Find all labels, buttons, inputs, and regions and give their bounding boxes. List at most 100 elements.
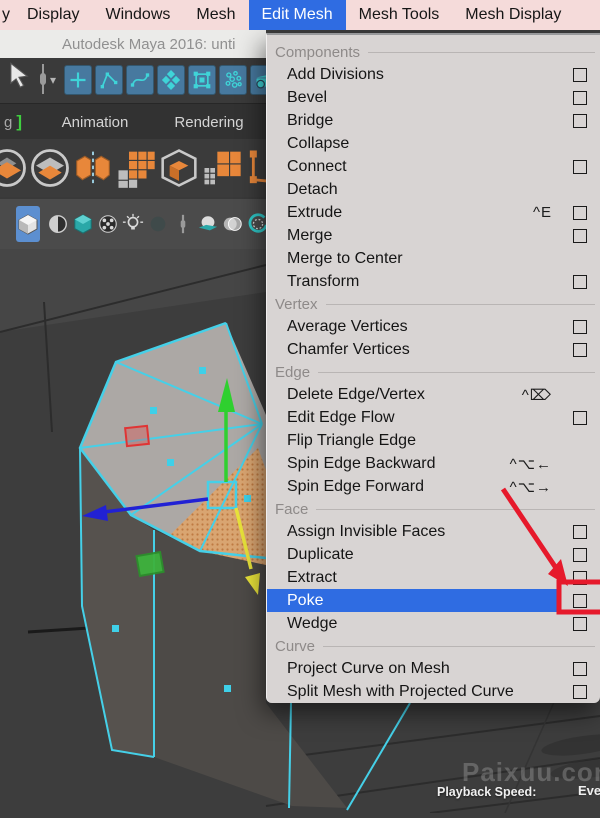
menu-item-wedge[interactable]: Wedge xyxy=(267,612,600,635)
menu-item-label: Merge to Center xyxy=(287,249,403,267)
option-box-average-vertices[interactable] xyxy=(573,319,587,334)
menu-item-label: Extract xyxy=(287,568,337,586)
section-divider xyxy=(368,51,595,53)
menu-item-flip-triangle-edge[interactable]: Flip Triangle Edge xyxy=(267,429,600,452)
menu-item-edit-edge-flow[interactable]: Edit Edge Flow xyxy=(267,406,600,429)
menu-item-bridge[interactable]: Bridge xyxy=(267,109,600,132)
menu-item-average-vertices[interactable]: Average Vertices xyxy=(267,315,600,338)
option-box-extrude[interactable] xyxy=(573,205,587,220)
menu-item-delete-edge-vertex[interactable]: Delete Edge/Vertex ^⌦ xyxy=(267,383,600,406)
soft-select-pin-icon[interactable] xyxy=(40,64,46,94)
option-box-bevel[interactable] xyxy=(573,90,587,105)
scatter-points-icon[interactable] xyxy=(219,65,247,95)
menu-item-chamfer-vertices[interactable]: Chamfer Vertices xyxy=(267,338,600,361)
option-box-edit-edge-flow[interactable] xyxy=(573,410,587,425)
option-box-cell xyxy=(560,612,600,635)
menu-item-bevel[interactable]: Bevel xyxy=(267,86,600,109)
option-box-poke[interactable] xyxy=(573,593,587,608)
menu-section-header-vertex: Vertex xyxy=(267,293,600,315)
menu-item-label: Assign Invisible Faces xyxy=(287,522,446,540)
option-box-cell xyxy=(560,178,600,201)
menu-item-poke[interactable]: Poke xyxy=(267,589,600,612)
option-box-cell xyxy=(560,452,600,475)
option-box-wedge[interactable] xyxy=(573,616,587,631)
quad-grid-icon[interactable] xyxy=(201,147,243,189)
menubar-item-windows[interactable]: Windows xyxy=(92,0,183,30)
option-box-project-curve-on-mesh[interactable] xyxy=(573,661,587,676)
red-face-marker xyxy=(124,424,150,448)
sphere-poly-icon[interactable] xyxy=(0,147,28,189)
menu-item-transform[interactable]: Transform xyxy=(267,270,600,293)
menu-section-header-edge: Edge xyxy=(267,361,600,383)
edit-mesh-menu: Components Add Divisions Bevel Bridge Collap… xyxy=(266,33,600,703)
green-bracket-icon: ] xyxy=(16,112,23,131)
window-title: Autodesk Maya 2016: unti xyxy=(62,35,236,53)
shaded-cube-icon[interactable] xyxy=(16,206,40,242)
menu-item-collapse[interactable]: Collapse xyxy=(267,132,600,155)
menu-item-add-divisions[interactable]: Add Divisions xyxy=(267,63,600,86)
xray-circles-icon[interactable] xyxy=(222,211,244,237)
menubar-item-edit-mesh[interactable]: Edit Mesh xyxy=(248,0,346,30)
menu-section-label: Face xyxy=(275,500,309,518)
status-line: ▾ xyxy=(0,58,278,103)
option-box-transform[interactable] xyxy=(573,274,587,289)
menu-item-shortcut: ^⌥→ xyxy=(509,478,552,496)
menu-item-project-curve-on-mesh[interactable]: Project Curve on Mesh xyxy=(267,657,600,680)
mirror-cubes-icon[interactable] xyxy=(72,147,114,189)
tab-animation[interactable]: Animation xyxy=(32,114,158,131)
menu-section-header-curve: Curve xyxy=(267,635,600,657)
option-box-chamfer-vertices[interactable] xyxy=(573,342,587,357)
menubar-item-mesh-tools[interactable]: Mesh Tools xyxy=(346,0,453,30)
textured-cube-icon[interactable] xyxy=(72,211,94,237)
quad-diamond-icon[interactable] xyxy=(157,65,185,95)
option-box-split-mesh-with-projected-curve[interactable] xyxy=(573,684,587,699)
half-sphere-icon[interactable] xyxy=(47,211,69,237)
square-handles-icon[interactable] xyxy=(188,65,216,95)
option-box-cell xyxy=(560,63,600,86)
menu-item-spin-edge-backward[interactable]: Spin Edge Backward ^⌥← xyxy=(267,452,600,475)
curve-points-icon[interactable] xyxy=(126,65,154,95)
menu-item-extract[interactable]: Extract xyxy=(267,566,600,589)
option-box-connect[interactable] xyxy=(573,159,587,174)
menuset-tab-row: g]AnimationRenderingFX xyxy=(0,103,289,141)
option-box-duplicate[interactable] xyxy=(573,547,587,562)
menubar-item-display[interactable]: Display xyxy=(14,0,92,30)
menu-item-split-mesh-with-projected-curve[interactable]: Split Mesh with Projected Curve xyxy=(267,680,600,703)
chevron-down-icon[interactable]: ▾ xyxy=(50,73,56,87)
option-box-cell xyxy=(560,383,600,406)
menu-item-merge-to-center[interactable]: Merge to Center xyxy=(267,247,600,270)
menu-item-label: Merge xyxy=(287,226,333,244)
plane-sphere-icon[interactable] xyxy=(197,211,219,237)
edge-tool-icon[interactable] xyxy=(244,147,266,189)
option-box-add-divisions[interactable] xyxy=(573,67,587,82)
menu-section-label: Edge xyxy=(275,363,311,381)
menubar-item-mesh-display[interactable]: Mesh Display xyxy=(452,0,574,30)
menu-item-assign-invisible-faces[interactable]: Assign Invisible Faces xyxy=(267,520,600,543)
shadow-circle-icon[interactable] xyxy=(147,211,169,237)
menu-item-label: Detach xyxy=(287,180,338,198)
tab-rendering[interactable]: Rendering xyxy=(162,114,256,131)
option-box-merge[interactable] xyxy=(573,228,587,243)
sphere-poly-alt-icon[interactable] xyxy=(29,147,71,189)
menu-item-connect[interactable]: Connect xyxy=(267,155,600,178)
menu-item-duplicate[interactable]: Duplicate xyxy=(267,543,600,566)
menu-item-detach[interactable]: Detach xyxy=(267,178,600,201)
plus-icon[interactable] xyxy=(64,65,92,95)
light-bulb-icon[interactable] xyxy=(122,211,144,237)
section-divider xyxy=(316,508,595,510)
cube-wire-icon[interactable] xyxy=(158,147,200,189)
menu-section-header-components: Components xyxy=(267,41,600,63)
option-box-assign-invisible-faces[interactable] xyxy=(573,524,587,539)
checker-sphere-icon[interactable] xyxy=(97,211,119,237)
menu-item-extrude[interactable]: Extrude ^E xyxy=(267,201,600,224)
pin-separator-icon[interactable] xyxy=(172,211,194,237)
menubar-item-mesh[interactable]: Mesh xyxy=(183,0,248,30)
menubar-item-y[interactable]: y xyxy=(0,0,14,30)
menu-item-spin-edge-forward[interactable]: Spin Edge Forward ^⌥→ xyxy=(267,475,600,498)
menu-item-merge[interactable]: Merge xyxy=(267,224,600,247)
vertex-angle-icon[interactable] xyxy=(95,65,123,95)
subdivide-grid-icon[interactable] xyxy=(115,147,157,189)
option-box-extract[interactable] xyxy=(573,570,587,585)
selection-cursor-icon[interactable] xyxy=(5,61,33,91)
option-box-bridge[interactable] xyxy=(573,113,587,128)
